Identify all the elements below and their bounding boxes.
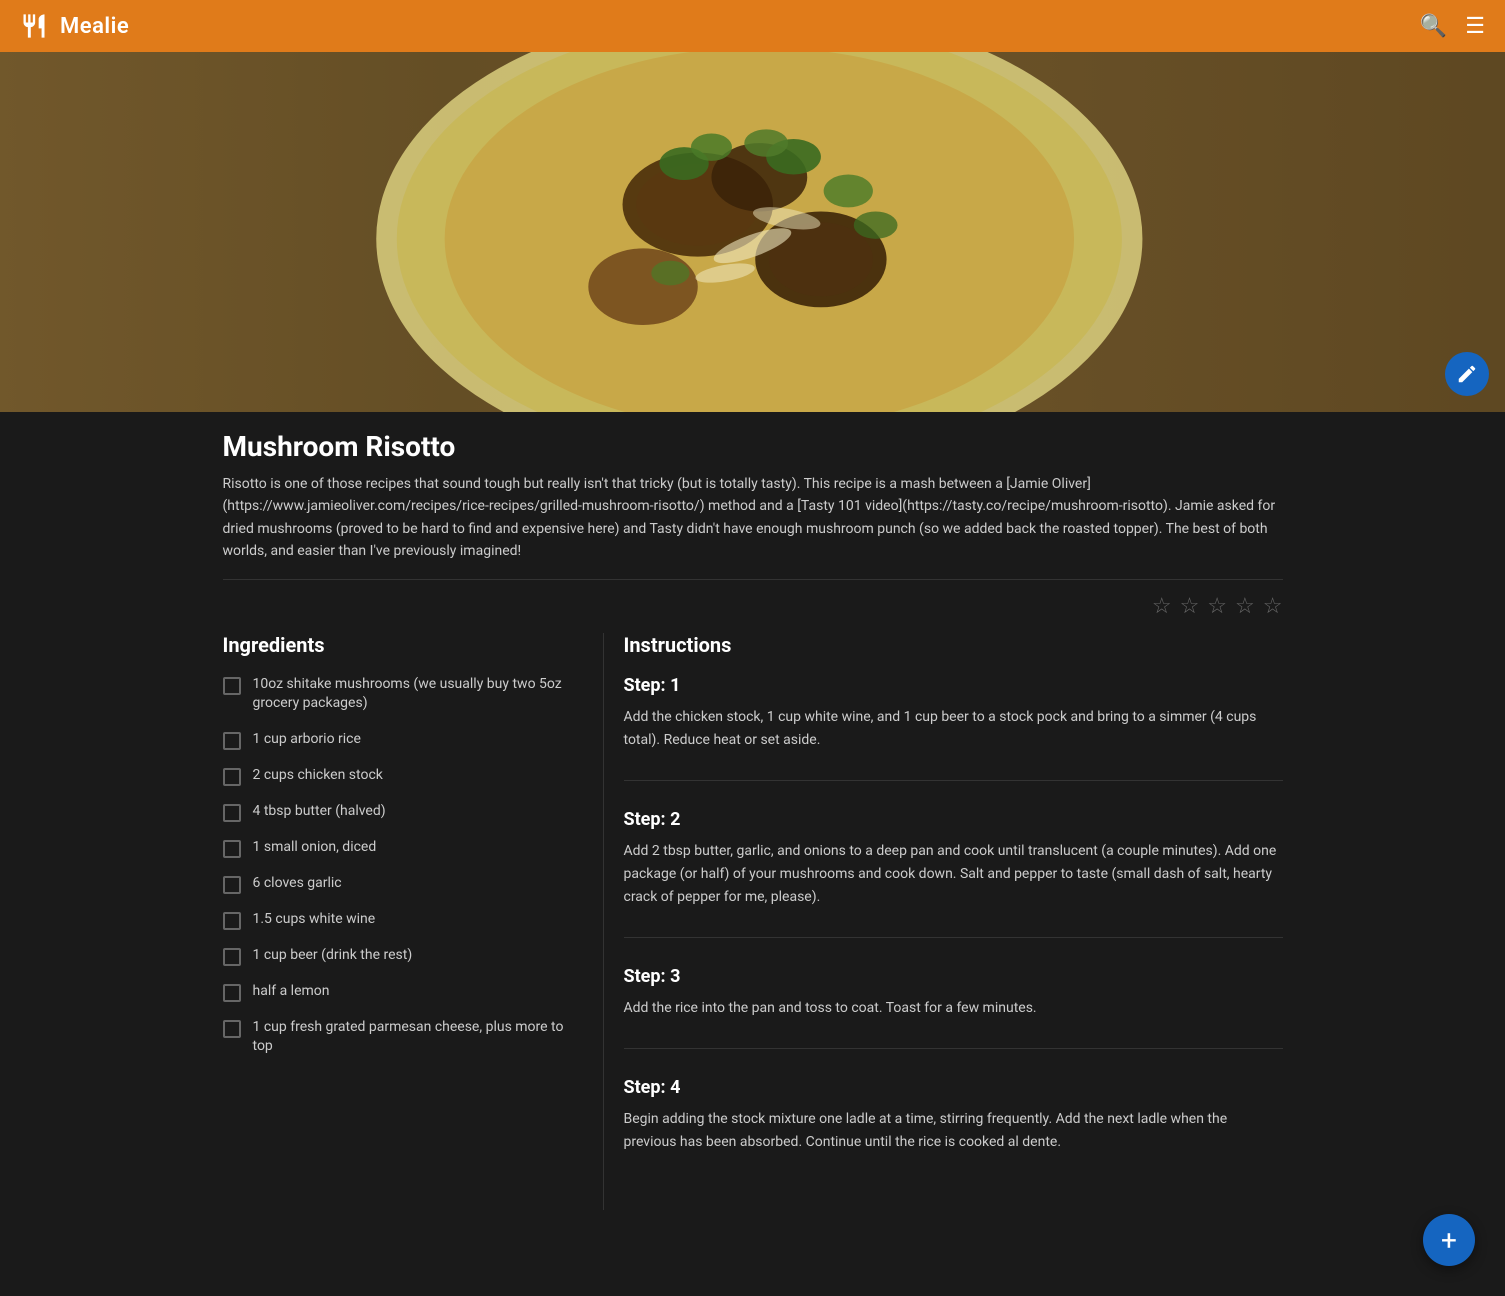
ingredient-checkbox-9[interactable] xyxy=(223,984,241,1002)
star-2[interactable]: ☆ xyxy=(1180,594,1200,619)
ingredient-item-10: 1 cup fresh grated parmesan cheese, plus… xyxy=(223,1018,573,1057)
ingredients-column: Ingredients 10oz shitake mushrooms (we u… xyxy=(223,633,603,1211)
ingredients-title: Ingredients xyxy=(223,633,573,657)
recipe-hero-image xyxy=(0,52,1505,412)
mushroom-overlay xyxy=(463,62,1043,402)
edit-icon xyxy=(1456,363,1478,385)
navbar-right: 🔍 ☰ xyxy=(1420,14,1485,39)
navbar: Mealie 🔍 ☰ xyxy=(0,0,1505,52)
fab-add-button[interactable]: + xyxy=(1423,1214,1475,1266)
ingredient-item-5: 1 small onion, diced xyxy=(223,838,573,858)
ingredient-text-5: 1 small onion, diced xyxy=(253,838,377,858)
ingredient-item-8: 1 cup beer (drink the rest) xyxy=(223,946,573,966)
recipe-title: Mushroom Risotto xyxy=(223,430,456,463)
ingredient-text-9: half a lemon xyxy=(253,982,330,1002)
ingredient-item-9: half a lemon xyxy=(223,982,573,1002)
fork-knife-icon xyxy=(20,12,48,40)
navbar-left: Mealie xyxy=(20,12,129,40)
step-2-title: Step: 2 xyxy=(624,809,1283,830)
ingredient-checkbox-7[interactable] xyxy=(223,912,241,930)
ingredient-text-8: 1 cup beer (drink the rest) xyxy=(253,946,413,966)
step-4-title: Step: 4 xyxy=(624,1077,1283,1098)
ingredient-checkbox-3[interactable] xyxy=(223,768,241,786)
star-5[interactable]: ☆ xyxy=(1263,594,1283,619)
ingredient-text-6: 6 cloves garlic xyxy=(253,874,342,894)
star-1[interactable]: ☆ xyxy=(1152,594,1172,619)
ingredient-text-3: 2 cups chicken stock xyxy=(253,766,383,786)
step-1: Step: 1 Add the chicken stock, 1 cup whi… xyxy=(624,675,1283,781)
ingredient-checkbox-1[interactable] xyxy=(223,677,241,695)
ingredient-item-1: 10oz shitake mushrooms (we usually buy t… xyxy=(223,675,573,714)
fab-add-icon: + xyxy=(1441,1224,1457,1257)
recipe-container: Mushroom Risotto Risotto is one of those… xyxy=(203,412,1303,1250)
navbar-brand: Mealie xyxy=(60,14,129,39)
step-1-title: Step: 1 xyxy=(624,675,1283,696)
two-col-layout: Ingredients 10oz shitake mushrooms (we u… xyxy=(223,633,1283,1251)
edit-button[interactable] xyxy=(1445,352,1489,396)
hero-plate xyxy=(463,62,1043,402)
ingredient-text-2: 1 cup arborio rice xyxy=(253,730,361,750)
step-4: Step: 4 Begin adding the stock mixture o… xyxy=(624,1077,1283,1182)
search-icon[interactable]: 🔍 xyxy=(1420,14,1447,39)
ingredient-checkbox-4[interactable] xyxy=(223,804,241,822)
ingredient-item-6: 6 cloves garlic xyxy=(223,874,573,894)
instructions-title: Instructions xyxy=(624,633,1283,657)
step-2: Step: 2 Add 2 tbsp butter, garlic, and o… xyxy=(624,809,1283,938)
green-herb xyxy=(579,96,927,198)
menu-icon[interactable]: ☰ xyxy=(1465,14,1485,39)
ingredient-item-7: 1.5 cups white wine xyxy=(223,910,573,930)
step-3: Step: 3 Add the rice into the pan and to… xyxy=(624,966,1283,1049)
recipe-title-row: Mushroom Risotto xyxy=(223,412,1283,473)
ingredient-text-4: 4 tbsp butter (halved) xyxy=(253,802,386,822)
star-4[interactable]: ☆ xyxy=(1235,594,1255,619)
ingredient-item-2: 1 cup arborio rice xyxy=(223,730,573,750)
step-3-text: Add the rice into the pan and toss to co… xyxy=(624,997,1283,1020)
step-1-text: Add the chicken stock, 1 cup white wine,… xyxy=(624,706,1283,752)
star-rating: ☆ ☆ ☆ ☆ ☆ xyxy=(223,580,1283,633)
ingredient-checkbox-6[interactable] xyxy=(223,876,241,894)
ingredient-item-4: 4 tbsp butter (halved) xyxy=(223,802,573,822)
ingredient-checkbox-5[interactable] xyxy=(223,840,241,858)
ingredient-text-10: 1 cup fresh grated parmesan cheese, plus… xyxy=(253,1018,573,1057)
step-2-text: Add 2 tbsp butter, garlic, and onions to… xyxy=(624,840,1283,909)
instructions-column: Instructions Step: 1 Add the chicken sto… xyxy=(603,633,1283,1211)
step-4-text: Begin adding the stock mixture one ladle… xyxy=(624,1108,1283,1154)
step-3-title: Step: 3 xyxy=(624,966,1283,987)
ingredient-item-3: 2 cups chicken stock xyxy=(223,766,573,786)
recipe-description: Risotto is one of those recipes that sou… xyxy=(223,473,1283,580)
ingredient-text-1: 10oz shitake mushrooms (we usually buy t… xyxy=(253,675,573,714)
ingredient-checkbox-2[interactable] xyxy=(223,732,241,750)
ingredient-text-7: 1.5 cups white wine xyxy=(253,910,376,930)
ingredient-checkbox-8[interactable] xyxy=(223,948,241,966)
ingredient-checkbox-10[interactable] xyxy=(223,1020,241,1038)
star-3[interactable]: ☆ xyxy=(1207,594,1227,619)
